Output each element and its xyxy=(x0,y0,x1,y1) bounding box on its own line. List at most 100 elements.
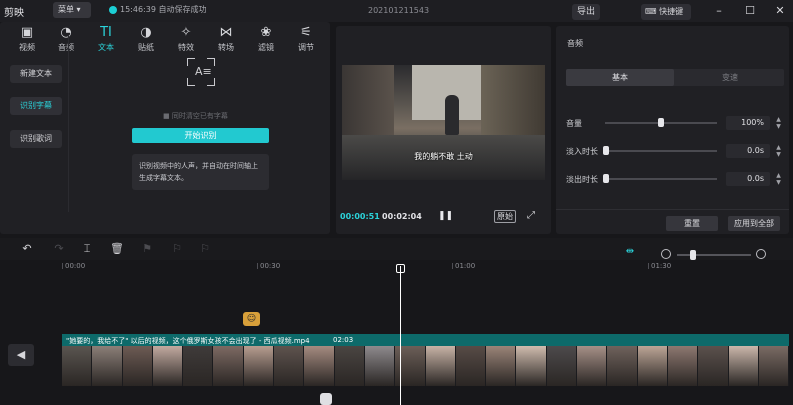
redo-icon[interactable]: ↷ xyxy=(52,242,66,256)
freeze-icon[interactable]: ⚑ xyxy=(140,242,154,256)
minimize-icon[interactable]: – xyxy=(712,4,726,18)
clip-name: "她要的，我给不了" 以后的视频，这个俄罗斯女孩不会出现了 - 西瓜视频.mp4 xyxy=(66,337,310,345)
video-preview[interactable] xyxy=(342,65,545,180)
playhead[interactable] xyxy=(400,266,401,405)
volume-stepper-icon[interactable]: ▲ ▼ xyxy=(774,116,783,130)
fade-out-label: 淡出时长 xyxy=(566,175,598,184)
close-icon[interactable]: ✕ xyxy=(773,4,787,18)
zoom-out-icon[interactable] xyxy=(661,249,671,259)
zoom-in-icon[interactable] xyxy=(756,249,766,259)
fullscreen-icon[interactable]: ⤢ xyxy=(527,210,535,221)
app-logo: 剪映 xyxy=(4,8,24,19)
fade-out-slider-knob[interactable] xyxy=(603,174,609,183)
ruler-tick xyxy=(62,263,63,269)
tab-basic[interactable]: 基本 xyxy=(566,69,674,86)
sidebar-item-recognize-subtitles[interactable]: 识别字幕 xyxy=(10,97,62,115)
autosave-status: 15:46:39 自动保存成功 xyxy=(120,5,207,14)
tab-filter[interactable]: ❀ 滤镜 xyxy=(249,24,283,56)
menu-button[interactable]: 菜单 ▾ xyxy=(53,2,91,18)
tab-video[interactable]: ▣ 视频 xyxy=(10,24,44,56)
sticker-clip-icon[interactable]: ☺ xyxy=(243,312,260,326)
clip-thumbnail xyxy=(758,346,790,386)
tab-adjust[interactable]: ⚟ 调节 xyxy=(289,24,323,56)
ruler-label: 00:00 xyxy=(65,262,86,270)
autosave-dot-icon xyxy=(109,6,117,14)
clip-thumbnail xyxy=(213,346,244,386)
crop-icon[interactable]: ⚐ xyxy=(198,242,212,256)
fade-out-stepper-icon[interactable]: ▲ ▼ xyxy=(774,172,783,186)
fade-in-value[interactable]: 0.0s xyxy=(726,144,770,158)
total-time: 00:02:04 xyxy=(382,212,422,221)
audio-icon: ◔ xyxy=(60,25,72,40)
flag-icon[interactable]: ⚐ xyxy=(170,242,184,256)
clip-thumbnail xyxy=(546,346,578,386)
volume-slider-knob[interactable] xyxy=(658,118,664,127)
tab-transition[interactable]: ⋈ 转场 xyxy=(209,24,243,56)
clip-thumbnail xyxy=(516,346,547,386)
undo-icon[interactable]: ↶ xyxy=(20,242,34,256)
volume-value[interactable]: 100% xyxy=(726,116,770,130)
audio-divider xyxy=(556,209,789,210)
start-recognize-button[interactable]: 开始识别 xyxy=(132,128,269,143)
clip-thumbnail xyxy=(183,346,214,386)
fade-out-value[interactable]: 0.0s xyxy=(726,172,770,186)
original-ratio-button[interactable]: 原始 xyxy=(494,210,516,223)
title-bar: 剪映 菜单 ▾ 15:46:39 自动保存成功 202101211543 导出 … xyxy=(0,0,793,22)
video-icon: ▣ xyxy=(20,25,34,40)
audio-panel xyxy=(556,26,789,234)
ruler-label: 00:30 xyxy=(260,262,281,270)
audio-panel-title: 音频 xyxy=(567,39,583,48)
clear-existing-checkbox[interactable]: ■ 同时清空已有字幕 xyxy=(163,111,228,121)
scroll-handle[interactable] xyxy=(320,393,332,405)
clip-thumbnail xyxy=(577,346,608,386)
split-icon[interactable]: ⌶ xyxy=(80,242,94,256)
delete-icon[interactable]: 🗑 xyxy=(110,242,124,256)
zoom-slider-knob[interactable] xyxy=(690,250,696,260)
zoom-slider-track[interactable] xyxy=(677,254,751,256)
tab-text[interactable]: TI 文本 xyxy=(89,24,123,56)
fade-out-slider-track[interactable] xyxy=(605,178,717,180)
clip-thumbnails xyxy=(62,346,790,386)
tab-speed[interactable]: 变速 xyxy=(676,69,784,86)
clip-thumbnail xyxy=(364,346,396,386)
clip-thumbnail xyxy=(607,346,638,386)
fade-in-label: 淡入时长 xyxy=(566,147,598,156)
clip-thumbnail xyxy=(455,346,487,386)
maximize-icon[interactable]: ☐ xyxy=(743,4,757,18)
snap-icon[interactable]: ⇹ xyxy=(624,246,636,258)
track-mute-icon[interactable]: ◀ xyxy=(8,344,34,366)
fade-in-slider-track[interactable] xyxy=(605,150,717,152)
ruler-tick xyxy=(452,263,453,269)
ruler-tick xyxy=(257,263,258,269)
tab-audio[interactable]: ◔ 音频 xyxy=(49,24,83,56)
transition-icon: ⋈ xyxy=(219,25,233,40)
current-time: 00:00:51 xyxy=(340,212,380,221)
playhead-handle[interactable] xyxy=(396,264,405,273)
clip-thumbnail xyxy=(425,346,456,386)
clip-thumbnail xyxy=(667,346,699,386)
fade-in-stepper-icon[interactable]: ▲ ▼ xyxy=(774,144,783,158)
clip-thumbnail xyxy=(486,346,517,386)
filter-icon: ❀ xyxy=(260,25,272,40)
tab-effects[interactable]: ✧ 特效 xyxy=(169,24,203,56)
reset-button[interactable]: 重置 xyxy=(666,216,718,231)
clip-thumbnail xyxy=(243,346,275,386)
ruler-tick xyxy=(648,263,649,269)
export-button[interactable]: 导出 xyxy=(572,4,600,20)
clip-thumbnail xyxy=(274,346,305,386)
sidebar-divider xyxy=(68,36,69,212)
adjust-icon: ⚟ xyxy=(300,25,312,40)
text-recognize-icon: A≡ xyxy=(187,58,215,86)
shortcut-button[interactable]: ⌨ 快捷键 xyxy=(641,4,691,20)
clip-thumbnail xyxy=(122,346,153,386)
sidebar-item-new-text[interactable]: 新建文本 xyxy=(10,65,62,83)
sidebar-item-recognize-lyrics[interactable]: 识别歌词 xyxy=(10,130,62,148)
ruler-label: 01:00 xyxy=(455,262,476,270)
project-name: 202101211543 xyxy=(368,6,430,15)
clip-thumbnail xyxy=(152,346,184,386)
tab-sticker[interactable]: ◑ 贴纸 xyxy=(129,24,163,56)
apply-all-button[interactable]: 应用到全部 xyxy=(728,216,780,231)
fade-in-slider-knob[interactable] xyxy=(603,146,609,155)
pause-icon[interactable]: ❚❚ xyxy=(438,211,453,221)
video-subtitle: 我的躺不敢 土动 xyxy=(414,152,473,161)
